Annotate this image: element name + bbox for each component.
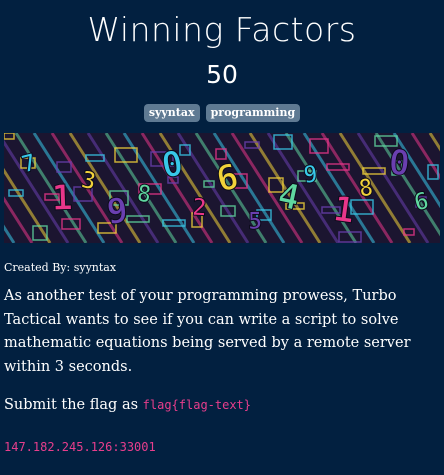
svg-text:5: 5 bbox=[248, 207, 263, 235]
challenge-title: Winning Factors bbox=[87, 10, 357, 49]
challenge-description: As another test of your programming prow… bbox=[4, 288, 411, 375]
challenge-view: Winning Factors 50 syyntax programming 7… bbox=[0, 0, 444, 475]
submit-instructions: Submit the flag as flag{flag-text} bbox=[4, 397, 251, 413]
challenge-author: Created By: syyntax bbox=[4, 261, 117, 274]
challenge-points: 50 bbox=[206, 60, 238, 89]
tag-badge: syyntax bbox=[143, 104, 200, 122]
numbers-artwork-image: 71 39 80265491806 bbox=[4, 133, 440, 243]
server-address[interactable]: 147.182.245.126:33001 bbox=[4, 440, 156, 454]
submit-prefix: Submit the flag as bbox=[4, 397, 139, 413]
tag-badge: programming bbox=[205, 104, 301, 122]
svg-text:9: 9 bbox=[105, 191, 130, 233]
svg-text:0: 0 bbox=[387, 143, 411, 184]
svg-text:9: 9 bbox=[302, 160, 319, 189]
challenge-banner-image: 713980265491806 bbox=[4, 133, 440, 243]
svg-text:2: 2 bbox=[192, 193, 208, 222]
tag-list: syyntax programming bbox=[0, 104, 444, 122]
svg-text:1: 1 bbox=[51, 178, 73, 219]
flag-format-code: flag{flag-text} bbox=[142, 398, 252, 412]
